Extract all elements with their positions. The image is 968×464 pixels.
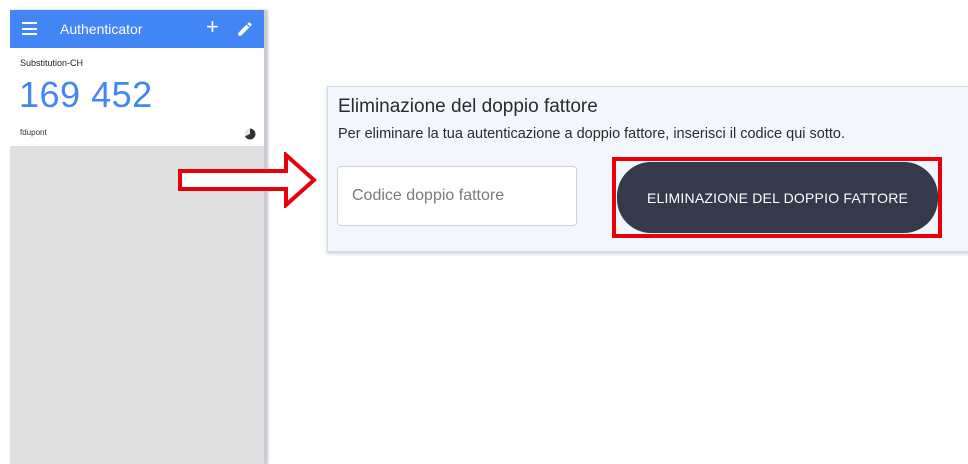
countdown-pie-icon [244,128,256,140]
authenticator-app: Authenticator + Substitution-CH 169 452 … [10,10,264,464]
hamburger-menu-icon[interactable] [22,22,37,35]
account-issuer: Substitution-CH [20,58,84,68]
plus-icon[interactable]: + [206,16,219,38]
right-arrow-outline-icon [178,152,318,208]
pencil-icon[interactable] [236,20,254,38]
two-factor-removal-panel: Eliminazione del doppio fattore Per elim… [327,86,968,252]
account-name: fdupont [20,128,47,137]
remove-two-factor-button[interactable]: ELIMINAZIONE DEL DOPPIO FATTORE [617,162,938,233]
otp-code: 169 452 [19,74,153,115]
two-factor-code-input[interactable] [337,166,577,226]
app-title: Authenticator [60,21,143,37]
panel-heading: Eliminazione del doppio fattore [338,96,598,117]
account-card[interactable]: Substitution-CH 169 452 fdupont [10,48,264,146]
app-bar: Authenticator + [10,10,264,48]
panel-description: Per eliminare la tua autenticazione a do… [338,126,845,142]
